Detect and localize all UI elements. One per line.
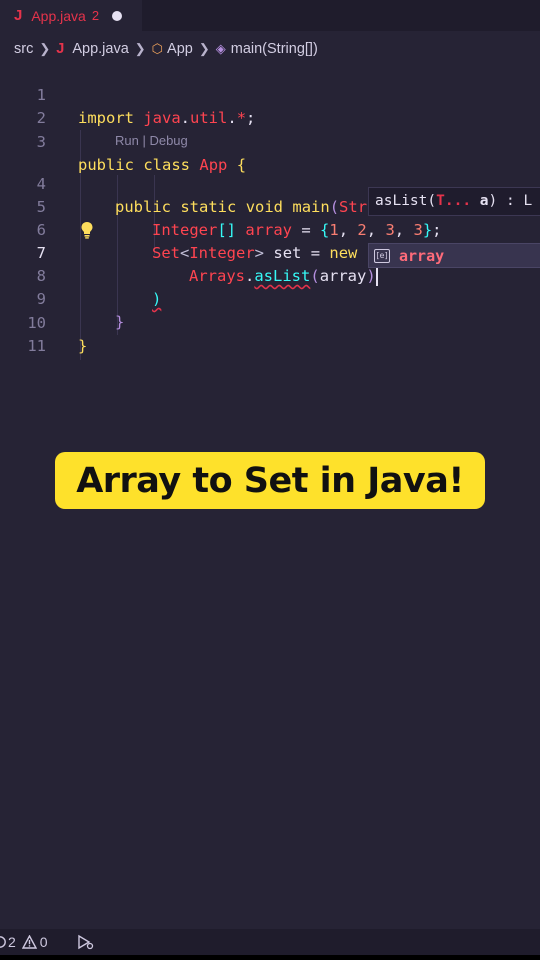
problems-indicator[interactable]: 2 0 xyxy=(0,934,48,950)
tab-bar: J App.java 2 xyxy=(0,0,540,31)
chevron-right-icon: ❯ xyxy=(198,41,210,56)
code-line-2: 2 xyxy=(36,109,46,127)
lightbulb-icon[interactable] xyxy=(80,221,94,239)
error-count: 2 xyxy=(8,934,16,950)
video-title-banner: Array to Set in Java! xyxy=(55,452,485,509)
chevron-right-icon: ❯ xyxy=(134,41,146,56)
tab-app-java[interactable]: J App.java 2 xyxy=(0,0,142,31)
tab-file-name: App.java xyxy=(31,7,86,24)
breadcrumb-method[interactable]: main(String[]) xyxy=(231,41,318,57)
parameter-hints-popup: asList(T... a) : L xyxy=(368,187,540,216)
broadcast-icon[interactable] xyxy=(76,934,94,950)
codelens-run-debug[interactable]: Run | Debug xyxy=(115,133,188,151)
unsaved-dot-icon[interactable] xyxy=(112,10,123,21)
method-icon: ◈ xyxy=(215,41,226,56)
breadcrumb-folder[interactable]: src xyxy=(14,41,33,57)
status-bar: 2 0 xyxy=(0,929,540,955)
breadcrumb: src ❯ J App.java ❯ ⬡ App ❯ ◈ main(String… xyxy=(0,37,540,61)
tab-problem-count: 2 xyxy=(91,8,100,23)
warning-icon xyxy=(21,935,37,949)
suggestion-item-array[interactable]: [e] array xyxy=(368,243,540,268)
java-icon: J xyxy=(14,7,23,24)
code-line-10: 10 } xyxy=(27,314,88,355)
warning-count: 0 xyxy=(39,934,48,950)
error-icon xyxy=(0,936,6,948)
chevron-right-icon: ❯ xyxy=(39,41,51,56)
variable-icon: [e] xyxy=(374,248,390,263)
class-icon: ⬡ xyxy=(151,41,164,56)
code-line-9: 9 } xyxy=(36,290,125,331)
suggestion-label: array xyxy=(399,246,445,265)
breadcrumb-class[interactable]: App xyxy=(167,41,193,57)
breadcrumb-file[interactable]: App.java xyxy=(72,41,128,57)
code-line-3: 3 public class App { xyxy=(36,133,247,174)
code-line-4: 4 public static void main(String[] args)… xyxy=(36,175,489,216)
code-line-1: 1 import java.util.*; xyxy=(36,86,256,127)
code-line-11: 11 xyxy=(27,337,46,355)
bottom-edge xyxy=(0,955,540,960)
java-icon: J xyxy=(56,41,65,57)
